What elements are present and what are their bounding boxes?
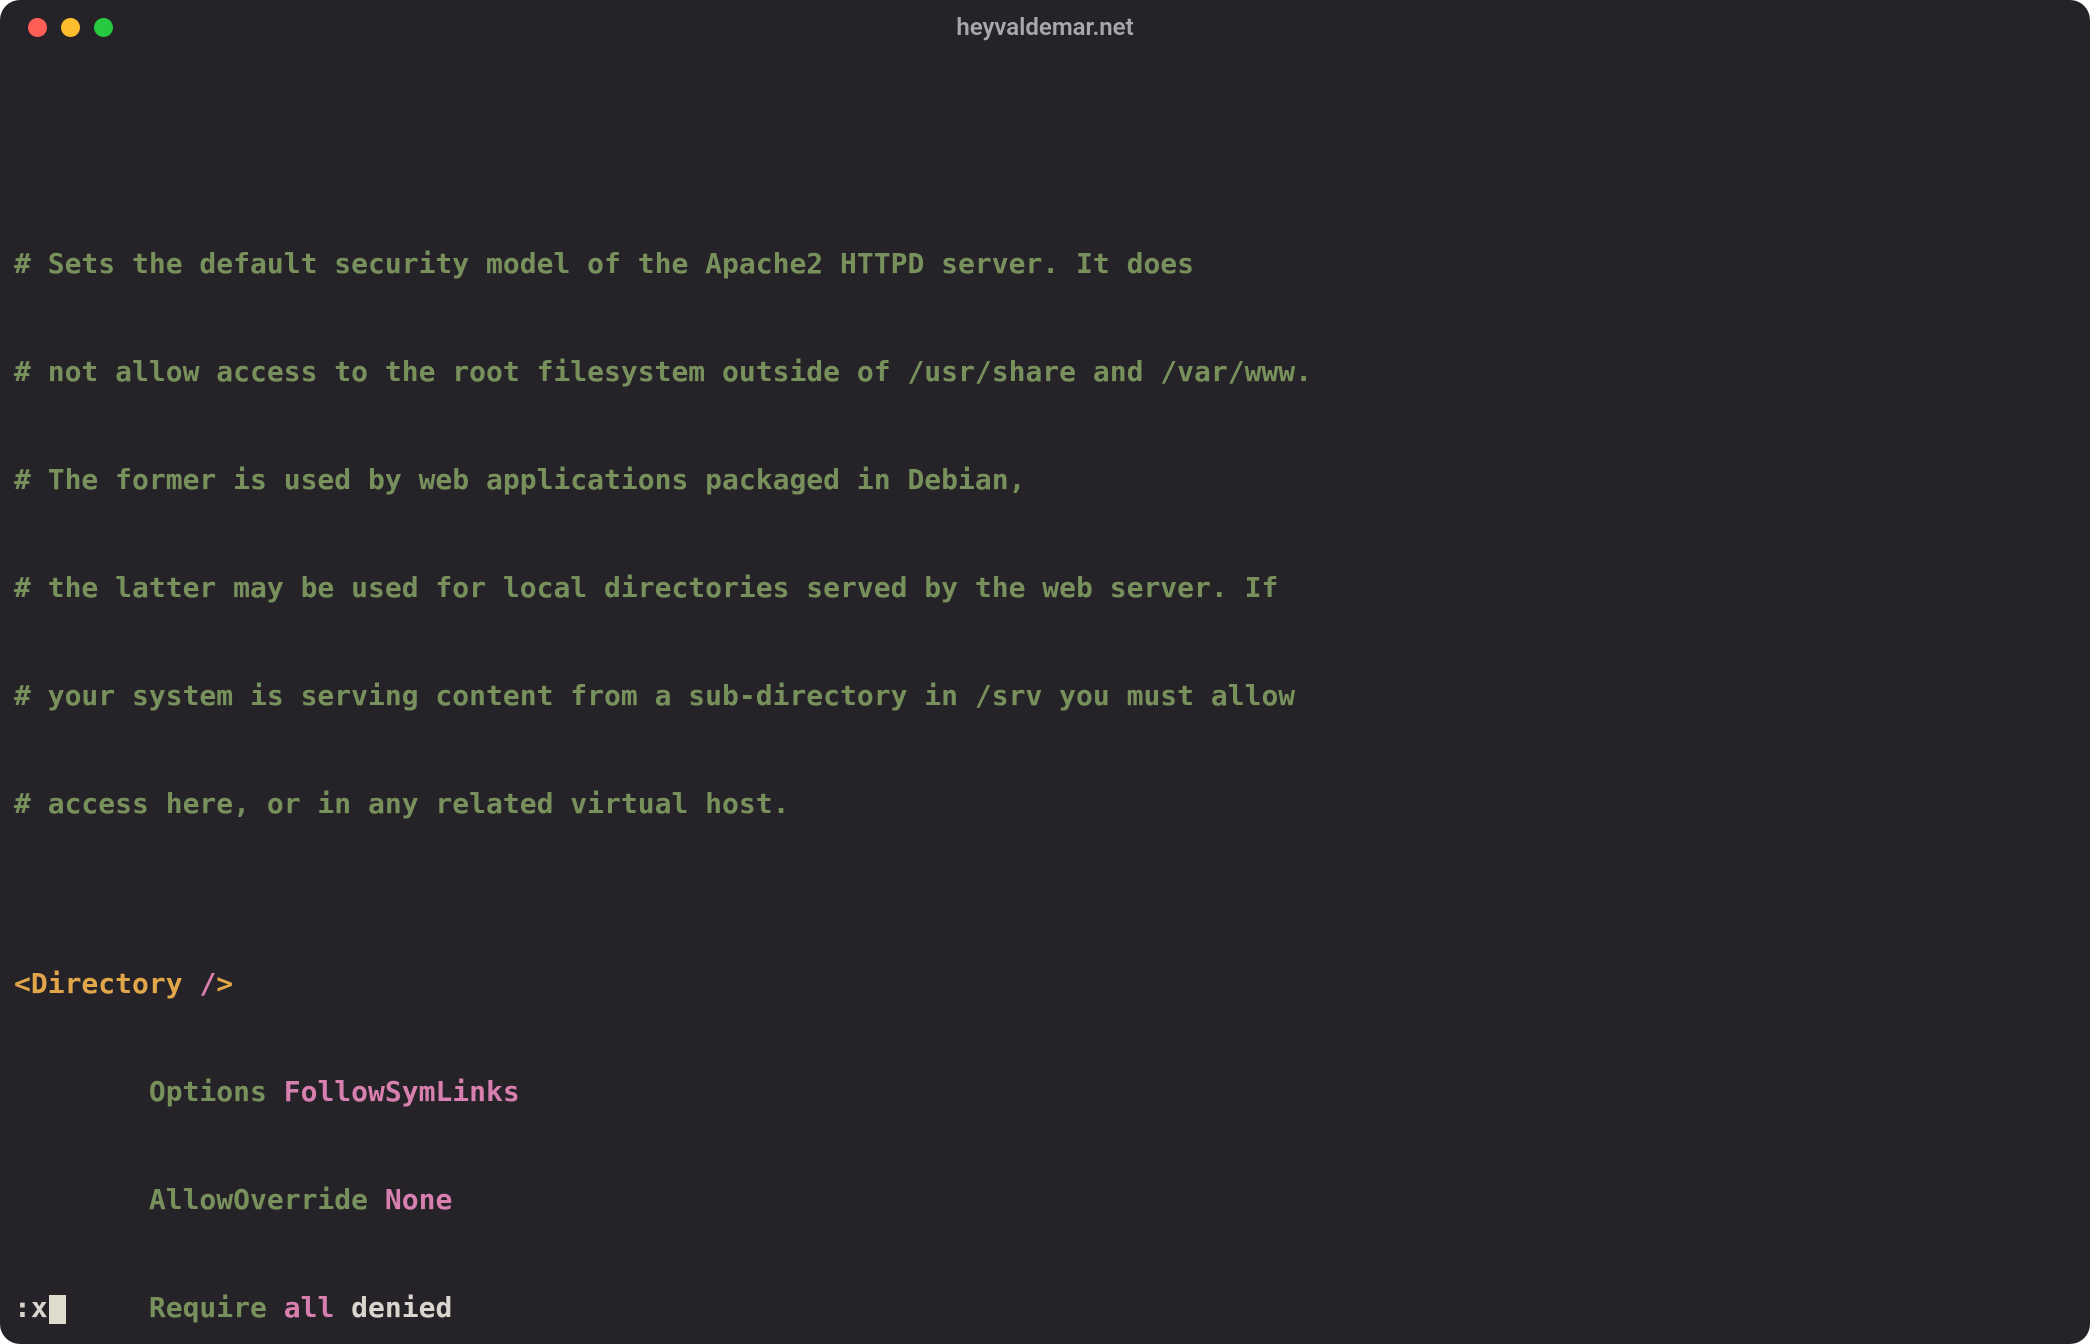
comment-line: # your system is serving content from a … <box>14 678 2076 714</box>
window-title: heyvaldemar.net <box>0 13 2090 41</box>
vim-command-line[interactable]: :x <box>14 1291 66 1324</box>
comment-line: # Sets the default security model of the… <box>14 246 2076 282</box>
directive-line: AllowOverride None <box>14 1182 2076 1218</box>
directive-line: Options FollowSymLinks <box>14 1074 2076 1110</box>
cursor-icon <box>49 1295 66 1324</box>
directive-open: <Directory /> <box>14 966 2076 1002</box>
minimize-icon[interactable] <box>61 18 80 37</box>
comment-line: # the latter may be used for local direc… <box>14 570 2076 606</box>
comment-line: # not allow access to the root filesyste… <box>14 354 2076 390</box>
window-controls <box>0 18 113 37</box>
directive-line: Require all denied <box>14 1290 2076 1326</box>
terminal-window: heyvaldemar.net # Sets the default secur… <box>0 0 2090 1344</box>
titlebar: heyvaldemar.net <box>0 0 2090 54</box>
comment-line: # access here, or in any related virtual… <box>14 786 2076 822</box>
terminal-content[interactable]: # Sets the default security model of the… <box>0 54 2090 1344</box>
vim-command-text: :x <box>14 1291 48 1324</box>
comment-line: # The former is used by web applications… <box>14 462 2076 498</box>
close-icon[interactable] <box>28 18 47 37</box>
maximize-icon[interactable] <box>94 18 113 37</box>
